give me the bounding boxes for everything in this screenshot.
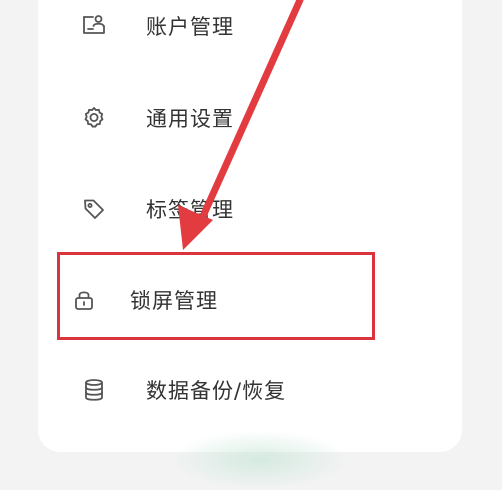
menu-item-general-settings[interactable]: 通用设置 [38, 88, 462, 148]
menu-item-label: 账户管理 [146, 15, 234, 39]
menu-item-label: 通用设置 [146, 107, 234, 131]
menu-item-label: 标签管理 [146, 198, 234, 222]
account-card-icon [80, 12, 108, 40]
gear-icon [80, 104, 108, 132]
menu-item-tags[interactable]: 标签管理 [38, 179, 462, 239]
lock-icon [70, 286, 98, 314]
database-icon [80, 376, 108, 404]
menu-item-label: 数据备份/恢复 [146, 379, 287, 403]
menu-item-data-backup[interactable]: 数据备份/恢复 [38, 360, 462, 420]
bottom-glow [170, 430, 350, 490]
menu-item-lock-screen[interactable]: 锁屏管理 [38, 270, 462, 330]
menu-item-label: 锁屏管理 [130, 289, 218, 313]
settings-card: 账户管理 通用设置 标签管理 锁屏管理 数据备份/恢复 [38, 0, 462, 452]
menu-item-account[interactable]: 账户管理 [38, 0, 462, 56]
tag-icon [80, 195, 108, 223]
